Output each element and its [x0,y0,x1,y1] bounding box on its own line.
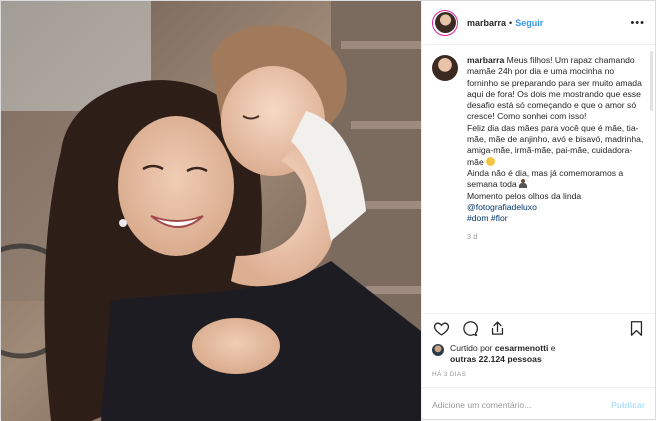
heart-icon[interactable] [432,320,450,338]
mention-link[interactable]: @fotografiadeluxo [467,202,537,212]
likes-text: Curtido por cesarmenotti e outras 22.124… [450,343,556,365]
comment-input[interactable] [432,399,612,410]
author-username[interactable]: marbarra [467,18,506,28]
add-comment-bar: Publicar [422,387,655,421]
follow-button[interactable]: Seguir [515,18,543,28]
mother-and-child-photo [1,1,421,421]
caption-avatar[interactable] [432,55,458,81]
likes-count[interactable]: outras 22.124 pessoas [450,354,542,364]
caption: marbarra Meus filhos! Um rapaz chamando … [432,55,647,224]
instagram-post: marbarra • Seguir ••• marbarra Meus filh… [0,0,656,421]
likes-prefix: Curtido por [450,343,495,353]
caption-text: marbarra Meus filhos! Um rapaz chamando … [467,55,647,224]
share-icon[interactable] [488,320,506,338]
caption-age: 3 d [467,232,478,242]
comments-area[interactable]: marbarra Meus filhos! Um rapaz chamando … [422,45,655,313]
post-header: marbarra • Seguir ••• [422,1,655,45]
post-timestamp: HÁ 3 DIAS [432,371,467,378]
caption-paragraph-3b: Momento pelos olhos da linda [467,190,582,201]
likes-middle: e [548,343,556,353]
more-options-icon[interactable]: ••• [630,17,645,29]
post-photo[interactable] [1,1,421,421]
liker-username[interactable]: cesarmenotti [495,343,549,353]
action-bar [422,313,655,343]
hashtag-dom[interactable]: #dom [467,213,489,223]
bookmark-icon[interactable] [627,320,645,338]
publish-button[interactable]: Publicar [611,400,645,410]
smiling-face-icon [486,156,496,166]
person-icon [519,179,528,189]
likes-summary: Curtido por cesarmenotti e outras 22.124… [422,343,655,369]
author-avatar[interactable] [432,9,458,36]
caption-paragraph-3a: Ainda não é dia, mas já comemoramos a se… [467,167,624,190]
caption-username[interactable]: marbarra [467,55,504,65]
hashtag-flor[interactable]: #flor [491,213,508,223]
separator-dot: • [509,17,513,28]
liker-avatar[interactable] [432,344,444,356]
scrollbar[interactable] [650,51,653,111]
post-side-panel: marbarra • Seguir ••• marbarra Meus filh… [421,1,655,421]
comment-icon[interactable] [460,320,478,338]
